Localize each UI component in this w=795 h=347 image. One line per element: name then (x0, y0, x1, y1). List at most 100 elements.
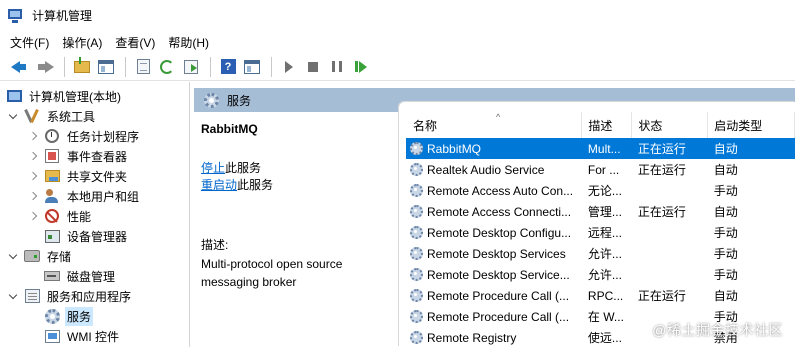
collapse-chevron-icon[interactable] (8, 251, 18, 261)
tree-label: 共享文件夹 (67, 169, 128, 184)
tree-label: 磁盘管理 (67, 269, 116, 284)
service-detail-panel: RabbitMQ 停止此服务 重启动此服务 描述: Multi-protocol… (194, 112, 399, 347)
menu-bar: 文件(F) 操作(A) 查看(V) 帮助(H) (0, 31, 795, 53)
menu-view[interactable]: 查看(V) (113, 34, 162, 51)
pause-service-button[interactable] (326, 56, 348, 78)
up-one-level-button[interactable] (71, 56, 93, 78)
service-gear-icon (410, 205, 423, 218)
tree-item-task-scheduler[interactable]: 任务计划程序 (28, 126, 141, 146)
export-list-button[interactable] (180, 56, 202, 78)
column-header-status[interactable]: 状态 (631, 112, 709, 138)
column-header-name[interactable]: 名称 ^ (406, 112, 583, 138)
services-header-title: 服务 (227, 93, 252, 108)
properties-icon (136, 59, 150, 74)
toolbar: ? (0, 53, 795, 81)
table-row[interactable]: Realtek Audio Service For ... 正在运行 自动 (406, 159, 795, 180)
tree-item-event-viewer[interactable]: 事件查看器 (28, 146, 129, 166)
services-table: 名称 ^ 描述 状态 启动类型 RabbitMQ Mult... 正在运行 自动 Real… (406, 112, 795, 347)
export-list-icon (184, 59, 198, 74)
service-name-cell[interactable]: Remote Procedure Call (... (406, 285, 582, 306)
navigation-tree: 计算机管理(本地) 系统工具 任务计划程序 事件查看器 共享文件夹 本地用户和组… (0, 82, 190, 347)
service-name-cell[interactable]: Remote Procedure Call (... (406, 306, 582, 327)
help-button[interactable]: ? (217, 56, 239, 78)
table-row[interactable]: Remote Desktop Service... 允许... 手动 (406, 264, 795, 285)
service-name-cell[interactable]: Remote Access Connecti... (406, 201, 582, 222)
table-row[interactable]: Remote Desktop Configu... 远程... 手动 (406, 222, 795, 243)
menu-file[interactable]: 文件(F) (8, 34, 56, 51)
service-startup-cell: 自动 (713, 163, 738, 177)
stop-service-link[interactable]: 停止 (201, 161, 225, 175)
service-name: Remote Access Auto Con... (427, 183, 574, 198)
table-row[interactable]: Remote Procedure Call (... RPC... 正在运行 自动 (406, 285, 795, 306)
tree-item-disk-management[interactable]: 磁盘管理 (44, 266, 117, 286)
resume-service-button[interactable] (350, 56, 372, 78)
restart-service-link[interactable]: 重启动 (201, 178, 237, 192)
collapse-chevron-icon[interactable] (8, 291, 18, 301)
tree-item-services[interactable]: 服务 (44, 306, 94, 326)
service-description-cell: 允许... (587, 268, 622, 282)
table-row[interactable]: Remote Access Auto Con... 无论... 手动 (406, 180, 795, 201)
expand-chevron-icon[interactable] (28, 151, 38, 161)
tree-item-performance[interactable]: 性能 (28, 206, 93, 226)
tree-item-device-manager[interactable]: 设备管理器 (44, 226, 129, 246)
tree-item-root[interactable]: 计算机管理(本地) (6, 86, 123, 106)
service-gear-icon (410, 331, 423, 344)
service-name-cell[interactable]: Remote Desktop Configu... (406, 222, 582, 243)
back-button[interactable] (4, 56, 26, 78)
menu-action[interactable]: 操作(A) (60, 34, 109, 51)
tree-item-storage[interactable]: 存储 (8, 246, 73, 266)
service-name-cell[interactable]: RabbitMQ (406, 138, 582, 159)
tree-label: WMI 控件 (67, 329, 119, 344)
service-name: Realtek Audio Service (427, 162, 545, 177)
service-status-cell: 正在运行 (637, 289, 686, 303)
service-description-cell: RPC... (587, 288, 624, 303)
service-name-cell[interactable]: Remote Registry (406, 327, 582, 347)
service-name-cell[interactable]: Remote Desktop Services (406, 243, 582, 264)
show-action-pane-button[interactable] (241, 56, 263, 78)
expand-chevron-icon[interactable] (28, 211, 38, 221)
toolbar-separator (125, 56, 126, 77)
users-icon (44, 188, 60, 204)
window-title: 计算机管理 (32, 9, 93, 23)
tree-item-services-apps[interactable]: 服务和应用程序 (8, 286, 133, 306)
service-name: Remote Desktop Services (427, 246, 566, 261)
tree-item-shared-folders[interactable]: 共享文件夹 (28, 166, 129, 186)
service-name: Remote Desktop Service... (427, 267, 570, 282)
start-service-button[interactable] (278, 56, 300, 78)
column-header-startup-type[interactable]: 启动类型 (707, 112, 795, 138)
service-startup-cell: 手动 (713, 226, 738, 240)
expand-chevron-icon[interactable] (28, 131, 38, 141)
tree-item-local-users[interactable]: 本地用户和组 (28, 186, 141, 206)
service-actions: 停止此服务 重启动此服务 (201, 160, 392, 194)
service-description-cell: 无论... (587, 184, 622, 198)
expand-chevron-icon[interactable] (28, 191, 38, 201)
refresh-icon (160, 59, 174, 74)
tree-item-wmi[interactable]: WMI 控件 (44, 326, 121, 346)
table-row[interactable]: Remote Desktop Services 允许... 手动 (406, 243, 795, 264)
tree-item-system-tools[interactable]: 系统工具 (8, 106, 97, 126)
service-name-cell[interactable]: Realtek Audio Service (406, 159, 582, 180)
properties-button[interactable] (132, 56, 154, 78)
table-row[interactable]: Remote Access Connecti... 管理... 正在运行 自动 (406, 201, 795, 222)
stop-service-suffix: 此服务 (225, 161, 262, 175)
tree-label: 任务计划程序 (67, 129, 140, 144)
column-header-description[interactable]: 描述 (581, 112, 633, 138)
refresh-button[interactable] (156, 56, 178, 78)
restart-service-suffix: 此服务 (237, 178, 274, 192)
stop-service-button[interactable] (302, 56, 324, 78)
service-name-cell[interactable]: Remote Desktop Service... (406, 264, 582, 285)
show-hide-tree-button[interactable] (95, 56, 117, 78)
service-status-cell: 正在运行 (631, 138, 708, 159)
selected-service-name: RabbitMQ (201, 122, 258, 136)
table-row[interactable]: RabbitMQ Mult... 正在运行 自动 (406, 138, 795, 159)
service-gear-icon (410, 268, 423, 281)
services-apps-icon (24, 288, 40, 304)
service-description-cell: 在 W... (587, 310, 624, 324)
expand-chevron-icon[interactable] (28, 171, 38, 181)
wmi-icon (44, 328, 60, 344)
pause-service-icon (332, 61, 342, 72)
service-name-cell[interactable]: Remote Access Auto Con... (406, 180, 582, 201)
menu-help[interactable]: 帮助(H) (166, 34, 216, 51)
forward-button[interactable] (34, 56, 56, 78)
collapse-chevron-icon[interactable] (8, 111, 18, 121)
